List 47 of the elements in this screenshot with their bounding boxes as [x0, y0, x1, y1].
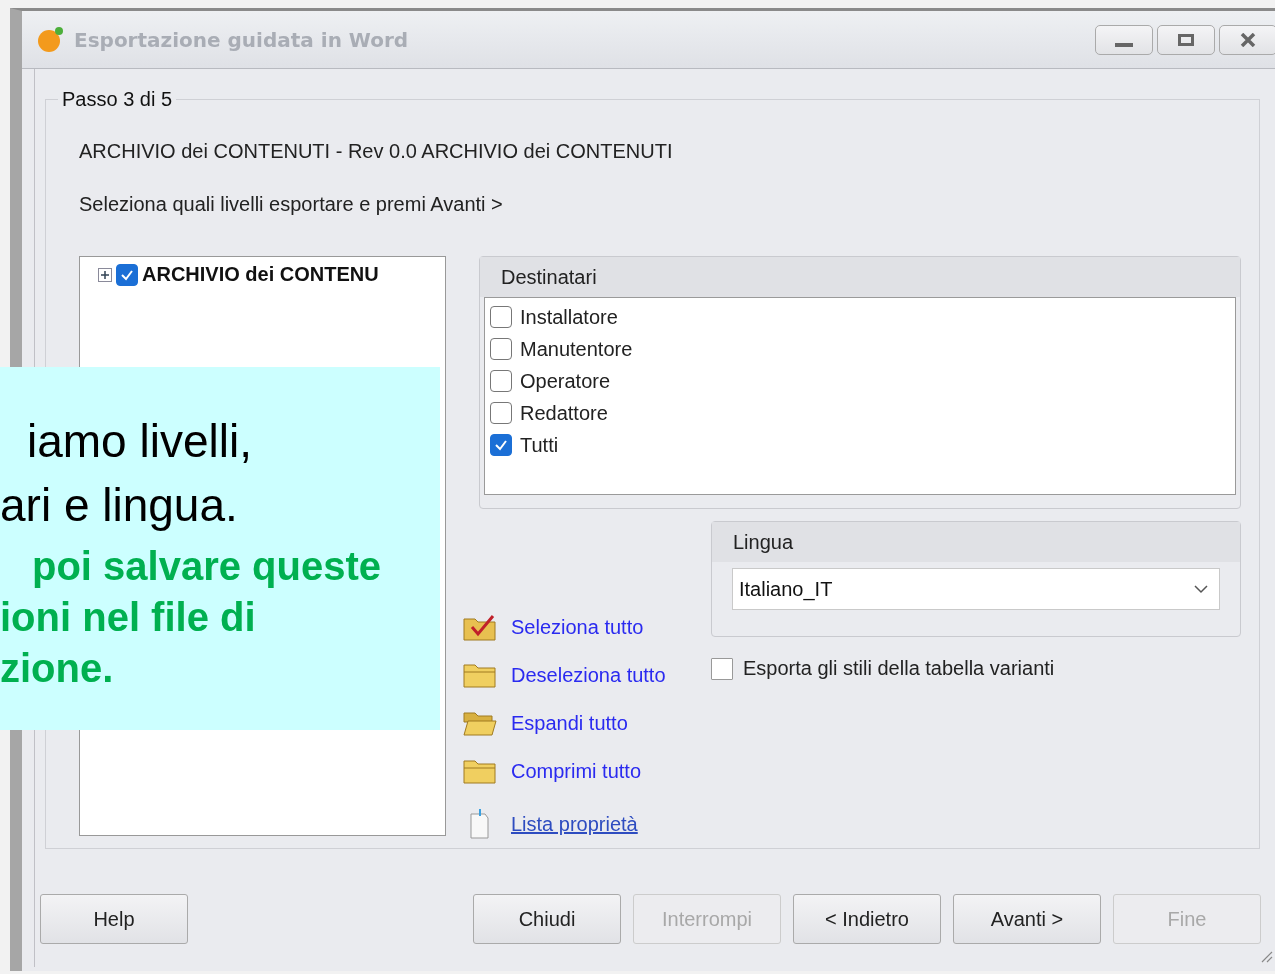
- minimize-icon: [1115, 42, 1133, 47]
- folder-icon: [463, 758, 497, 784]
- recipient-label: Manutentore: [520, 337, 633, 361]
- callout-text: ioni nel file di: [0, 594, 257, 641]
- callout-text: ari e lingua.: [0, 478, 239, 533]
- maximize-button[interactable]: [1157, 24, 1215, 55]
- checkbox[interactable]: [490, 306, 512, 328]
- callout-text: iamo livelli,: [26, 414, 253, 469]
- folder-icon: [463, 710, 497, 736]
- folder-icon: [463, 662, 497, 688]
- dialog-button[interactable]: Chiudi: [473, 894, 621, 944]
- checkbox[interactable]: [116, 263, 138, 286]
- action-link[interactable]: Espandi tutto: [511, 711, 628, 735]
- callout-text: zione.: [0, 645, 115, 692]
- checkbox[interactable]: [490, 434, 512, 456]
- close-icon: [1240, 32, 1256, 47]
- dialog-button[interactable]: Avanti >: [953, 894, 1101, 944]
- checkbox[interactable]: [490, 370, 512, 392]
- minimize-button[interactable]: [1095, 24, 1153, 55]
- checkbox[interactable]: [711, 657, 733, 680]
- dialog-button[interactable]: < Indietro: [793, 894, 941, 944]
- action-link[interactable]: Seleziona tutto: [511, 615, 644, 639]
- maximize-icon: [1178, 33, 1194, 46]
- recipient-label: Installatore: [520, 305, 618, 329]
- action-link[interactable]: Lista proprietà: [511, 812, 638, 836]
- action-link[interactable]: Deseleziona tutto: [511, 663, 666, 687]
- tree-item[interactable]: ARCHIVIO dei CONTENU: [142, 263, 379, 286]
- checkbox[interactable]: [490, 402, 512, 424]
- close-button[interactable]: [1219, 24, 1275, 55]
- recipient-label: Operatore: [520, 369, 611, 393]
- panel-title: Destinatari: [501, 265, 597, 289]
- app-logo-icon: [36, 25, 64, 54]
- action-link[interactable]: Comprimi tutto: [511, 759, 642, 783]
- chevron-down-icon: [1193, 584, 1209, 594]
- panel-title: Lingua: [733, 530, 794, 554]
- callout-text: poi salvare queste: [31, 543, 383, 590]
- language-dropdown[interactable]: Italiano_IT: [732, 568, 1220, 610]
- dialog-button[interactable]: Help: [40, 894, 188, 944]
- folder-check-icon: [463, 613, 497, 641]
- recipient-label: Tutti: [520, 433, 559, 457]
- checkbox[interactable]: [490, 338, 512, 360]
- recipient-label: Redattore: [520, 401, 608, 425]
- expand-icon[interactable]: [98, 267, 112, 282]
- document-title: ARCHIVIO dei CONTENUTI - Rev 0.0 ARCHIVIO dei CONTENUTI: [79, 140, 674, 163]
- instruction-text: Seleziona quali livelli esportare e premi Avanti >: [79, 193, 504, 216]
- checkbox-label: Esporta gli stili della tabella varianti: [743, 657, 1055, 680]
- window-title: Esportazione guidata in Word: [74, 27, 409, 52]
